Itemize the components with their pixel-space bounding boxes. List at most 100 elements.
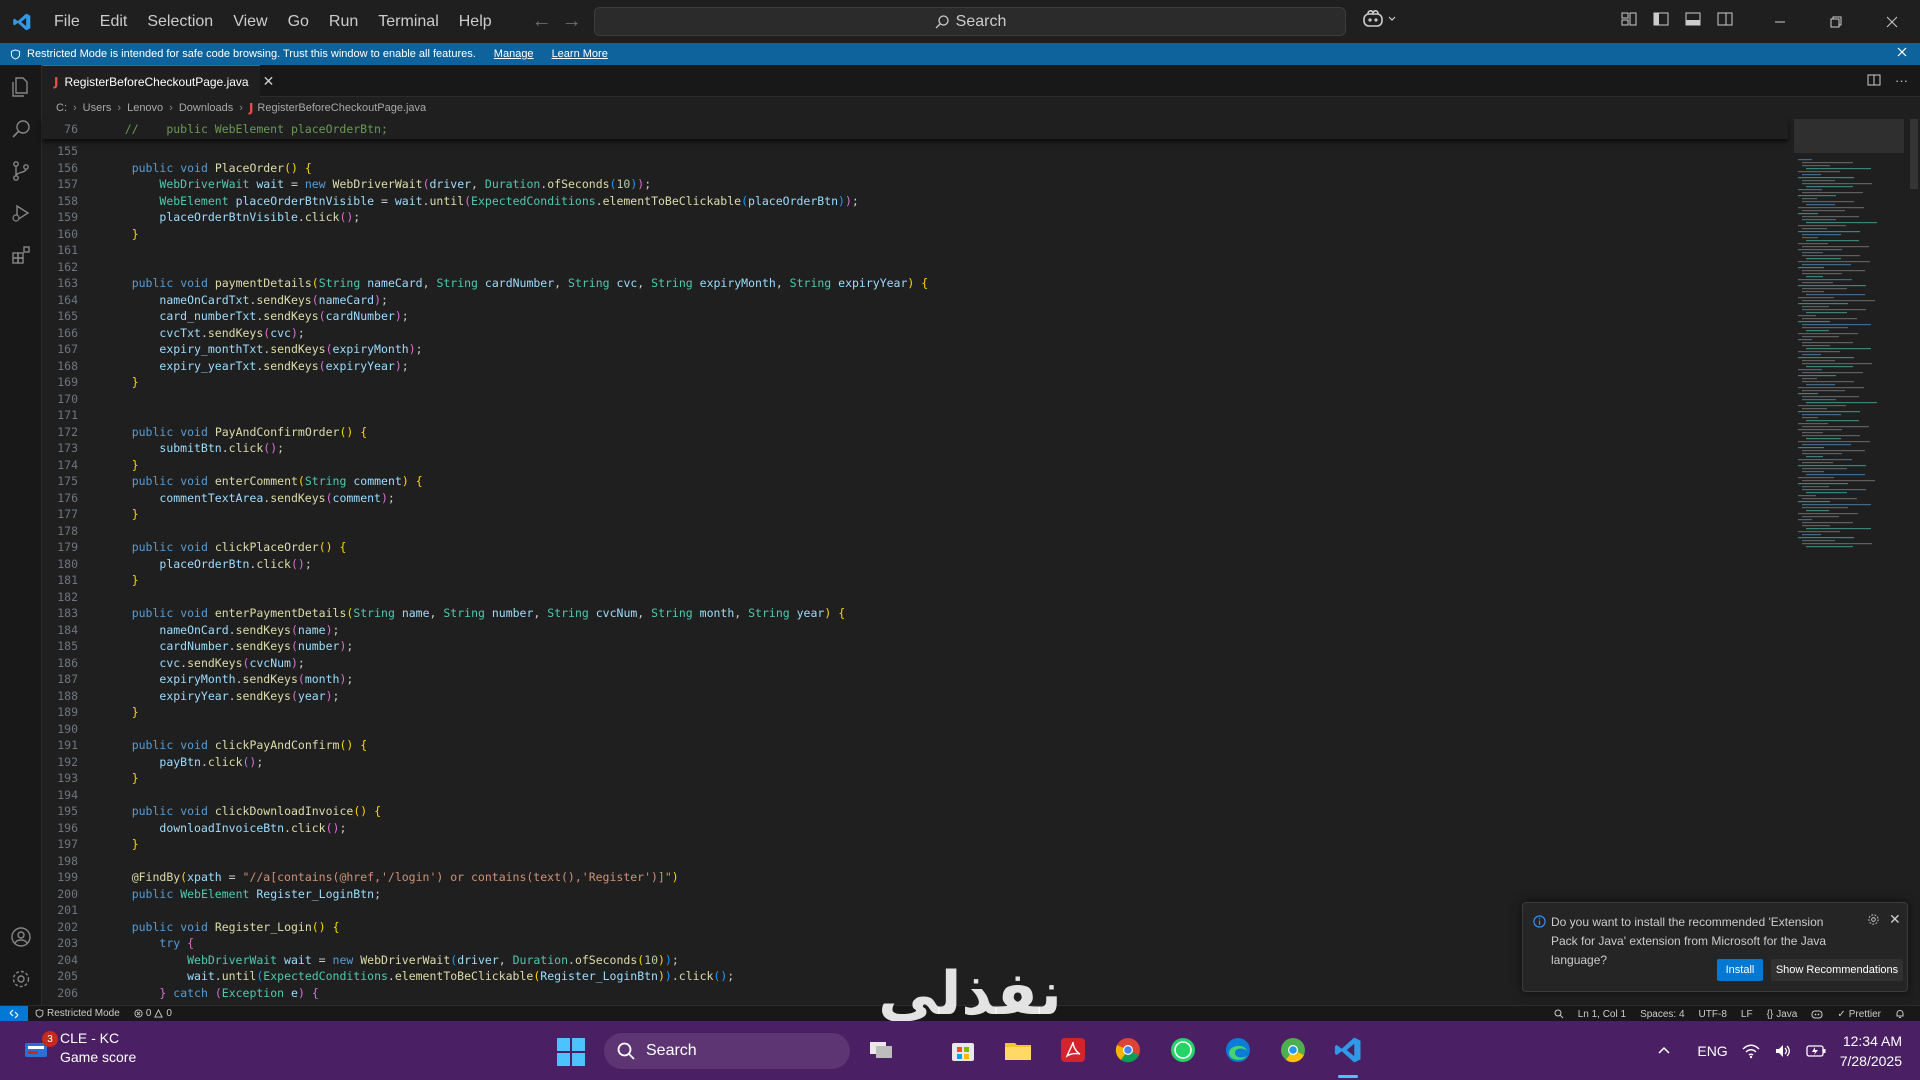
code-line[interactable]: 179 public void clickPlaceOrder() { bbox=[42, 539, 1788, 556]
customize-layout-icon[interactable] bbox=[1620, 10, 1638, 28]
whatsapp-icon[interactable] bbox=[1168, 1035, 1198, 1065]
remote-indicator[interactable] bbox=[0, 1005, 28, 1022]
file-explorer-icon[interactable] bbox=[1003, 1035, 1033, 1065]
code-line[interactable]: 175 public void enterComment(String comm… bbox=[42, 473, 1788, 490]
notifications-status[interactable] bbox=[1888, 1009, 1912, 1019]
code-line[interactable]: 159 placeOrderBtnVisible.click(); bbox=[42, 209, 1788, 226]
problems-status[interactable]: 0 0 bbox=[127, 1008, 179, 1019]
cursor-position[interactable]: Ln 1, Col 1 bbox=[1571, 1009, 1633, 1020]
code-line[interactable]: 183 public void enterPaymentDetails(Stri… bbox=[42, 605, 1788, 622]
code-line[interactable]: 156 public void PlaceOrder() { bbox=[42, 160, 1788, 177]
taskbar-search[interactable]: Search bbox=[604, 1033, 850, 1069]
code-line[interactable]: 195 public void clickDownloadInvoice() { bbox=[42, 803, 1788, 820]
copilot-button[interactable] bbox=[1362, 9, 1396, 29]
chrome-icon[interactable] bbox=[1113, 1035, 1143, 1065]
line-ending[interactable]: LF bbox=[1734, 1009, 1760, 1020]
code-line[interactable]: 182 bbox=[42, 589, 1788, 606]
toggle-panel-icon[interactable] bbox=[1684, 10, 1702, 28]
code-line[interactable]: 173 submitBtn.click(); bbox=[42, 440, 1788, 457]
code-line[interactable]: 199 @FindBy(xpath = "//a[contains(@href,… bbox=[42, 869, 1788, 886]
code-line[interactable]: 163 public void paymentDetails(String na… bbox=[42, 275, 1788, 292]
code-line[interactable]: 188 expiryYear.sendKeys(year); bbox=[42, 688, 1788, 705]
chevron-up-icon[interactable] bbox=[1657, 1044, 1671, 1058]
battery-icon[interactable] bbox=[1806, 1044, 1826, 1058]
code-line[interactable]: 185 cardNumber.sendKeys(number); bbox=[42, 638, 1788, 655]
minimap[interactable] bbox=[1794, 119, 1904, 559]
zoom-status[interactable] bbox=[1547, 1009, 1571, 1019]
code-line[interactable]: 197 } bbox=[42, 836, 1788, 853]
clock[interactable]: 12:34 AM 7/28/2025 bbox=[1840, 1031, 1902, 1071]
split-editor-icon[interactable] bbox=[1867, 73, 1881, 87]
code-line[interactable]: 187 expiryMonth.sendKeys(month); bbox=[42, 671, 1788, 688]
breadcrumb-drive[interactable]: C: bbox=[56, 102, 67, 114]
manage-link[interactable]: Manage bbox=[494, 48, 534, 60]
source-control-icon[interactable] bbox=[9, 159, 33, 183]
code-line[interactable]: 196 downloadInvoiceBtn.click(); bbox=[42, 820, 1788, 837]
code-line[interactable]: 157 WebDriverWait wait = new WebDriverWa… bbox=[42, 176, 1788, 193]
wifi-icon[interactable] bbox=[1742, 1043, 1760, 1059]
back-arrow-icon[interactable]: ← bbox=[532, 10, 552, 33]
editor-scrollbar[interactable] bbox=[1908, 119, 1920, 1005]
code-line[interactable]: 169 } bbox=[42, 374, 1788, 391]
explorer-icon[interactable] bbox=[9, 75, 33, 99]
code-line[interactable]: 200 public WebElement Register_LoginBtn; bbox=[42, 886, 1788, 903]
chrome-alt-icon[interactable] bbox=[1278, 1035, 1308, 1065]
copilot-status[interactable] bbox=[1804, 1009, 1830, 1019]
restore-button[interactable] bbox=[1808, 0, 1864, 43]
gear-icon[interactable] bbox=[1867, 913, 1880, 926]
code-line[interactable]: 198 bbox=[42, 853, 1788, 870]
code-line[interactable]: 170 bbox=[42, 391, 1788, 408]
volume-icon[interactable] bbox=[1774, 1043, 1792, 1059]
show-recommendations-button[interactable]: Show Recommendations bbox=[1771, 959, 1903, 981]
code-line[interactable]: 155 bbox=[42, 143, 1788, 160]
code-line[interactable]: 160 } bbox=[42, 226, 1788, 243]
prettier-status[interactable]: ✓ Prettier bbox=[1830, 1009, 1888, 1020]
code-line[interactable]: 181 } bbox=[42, 572, 1788, 589]
code-line[interactable]: 177 } bbox=[42, 506, 1788, 523]
menu-run[interactable]: Run bbox=[319, 0, 368, 43]
code-line[interactable]: 191 public void clickPayAndConfirm() { bbox=[42, 737, 1788, 754]
install-button[interactable]: Install bbox=[1717, 959, 1763, 981]
tab-register-before-checkout[interactable]: J RegisterBeforeCheckoutPage.java ✕ bbox=[42, 65, 274, 97]
menu-view[interactable]: View bbox=[223, 0, 277, 43]
more-actions-icon[interactable]: ··· bbox=[1895, 73, 1908, 88]
code-line[interactable]: 168 expiry_yearTxt.sendKeys(expiryYear); bbox=[42, 358, 1788, 375]
menu-edit[interactable]: Edit bbox=[90, 0, 138, 43]
code-line[interactable]: 172 public void PayAndConfirmOrder() { bbox=[42, 424, 1788, 441]
scrollbar-thumb[interactable] bbox=[1910, 119, 1918, 189]
acrobat-reader-icon[interactable] bbox=[1058, 1035, 1088, 1065]
language-mode[interactable]: {} Java bbox=[1760, 1009, 1805, 1020]
close-window-button[interactable] bbox=[1864, 0, 1920, 43]
code-line[interactable]: 186 cvc.sendKeys(cvcNum); bbox=[42, 655, 1788, 672]
code-line[interactable]: 178 bbox=[42, 523, 1788, 540]
minimize-button[interactable] bbox=[1752, 0, 1808, 43]
command-center-search[interactable]: Search bbox=[594, 7, 1346, 36]
close-notification-icon[interactable]: ✕ bbox=[1889, 911, 1901, 928]
code-line[interactable]: 174 } bbox=[42, 457, 1788, 474]
menu-selection[interactable]: Selection bbox=[137, 0, 223, 43]
code-line[interactable]: 158 WebElement placeOrderBtnVisible = wa… bbox=[42, 193, 1788, 210]
code-editor[interactable]: 155 156 public void PlaceOrder() {157 Web… bbox=[42, 143, 1788, 1005]
code-line[interactable]: 165 card_numberTxt.sendKeys(cardNumber); bbox=[42, 308, 1788, 325]
menu-terminal[interactable]: Terminal bbox=[368, 0, 448, 43]
extensions-icon[interactable] bbox=[9, 243, 33, 267]
run-debug-icon[interactable] bbox=[9, 201, 33, 225]
vscode-taskbar-icon[interactable] bbox=[1333, 1035, 1363, 1065]
menu-go[interactable]: Go bbox=[278, 0, 319, 43]
gear-icon[interactable] bbox=[9, 967, 33, 991]
close-icon[interactable] bbox=[1896, 46, 1908, 58]
code-line[interactable]: 171 bbox=[42, 407, 1788, 424]
code-line[interactable]: 192 payBtn.click(); bbox=[42, 754, 1788, 771]
windows-start-icon[interactable] bbox=[556, 1037, 586, 1067]
task-view-icon[interactable] bbox=[866, 1035, 896, 1065]
encoding[interactable]: UTF-8 bbox=[1692, 1009, 1734, 1020]
breadcrumb-lenovo[interactable]: Lenovo bbox=[127, 102, 163, 114]
indentation[interactable]: Spaces: 4 bbox=[1633, 1009, 1691, 1020]
account-icon[interactable] bbox=[9, 925, 33, 949]
code-line[interactable]: 184 nameOnCard.sendKeys(name); bbox=[42, 622, 1788, 639]
toggle-primary-sidebar-icon[interactable] bbox=[1652, 10, 1670, 28]
edge-icon[interactable] bbox=[1223, 1035, 1253, 1065]
restricted-mode-status[interactable]: Restricted Mode bbox=[28, 1008, 127, 1019]
code-line[interactable]: 189 } bbox=[42, 704, 1788, 721]
breadcrumb-file[interactable]: RegisterBeforeCheckoutPage.java bbox=[257, 102, 426, 114]
